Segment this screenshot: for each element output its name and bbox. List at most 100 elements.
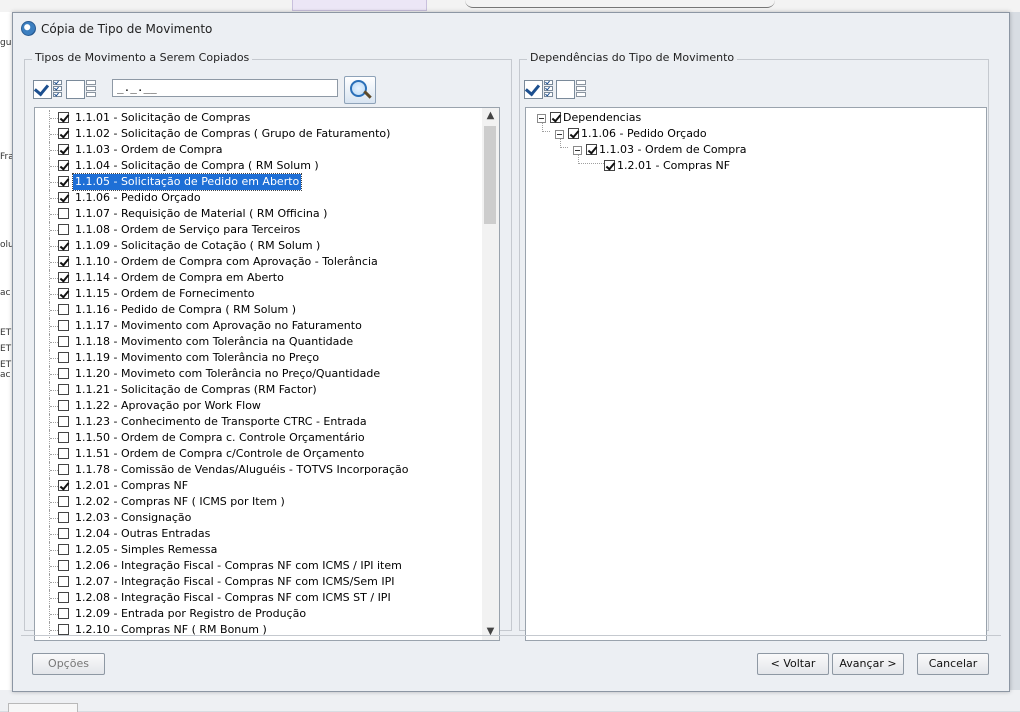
uncheck-list-icon[interactable] — [86, 80, 96, 97]
item-checkbox[interactable] — [58, 512, 69, 523]
scroll-down-icon[interactable]: ▼ — [482, 624, 499, 640]
list-item[interactable]: 1.1.09 - Solicitação de Cotação ( RM Sol… — [35, 238, 481, 254]
item-checkbox[interactable] — [58, 160, 69, 171]
list-item[interactable]: 1.1.19 - Movimento com Tolerância no Pre… — [35, 350, 481, 366]
collapse-icon[interactable] — [555, 130, 564, 139]
list-item[interactable]: 1.1.20 - Movimeto com Tolerância no Preç… — [35, 366, 481, 382]
list-item[interactable]: 1.2.05 - Simples Remessa — [35, 542, 481, 558]
filter-input[interactable]: _._.__ — [112, 79, 338, 97]
list-item[interactable]: 1.1.05 - Solicitação de Pedido em Aberto — [35, 173, 481, 191]
list-item[interactable]: 1.1.50 - Ordem de Compra c. Controle Orç… — [35, 430, 481, 446]
uncheck-all-icon[interactable] — [66, 80, 85, 99]
list-item[interactable]: 1.2.09 - Entrada por Registro de Produçã… — [35, 606, 481, 622]
item-label: 1.1.51 - Ordem de Compra c/Controle de O… — [75, 447, 365, 460]
check-all-icon[interactable] — [33, 80, 52, 99]
list-item[interactable]: 1.2.03 - Consignação — [35, 510, 481, 526]
item-checkbox[interactable] — [58, 544, 69, 555]
item-label: 1.1.19 - Movimento com Tolerância no Pre… — [75, 351, 320, 364]
list-item[interactable]: 1.1.03 - Ordem de Compra — [35, 142, 481, 158]
list-item[interactable]: 1.1.06 - Pedido Orçado — [35, 190, 481, 206]
list-item[interactable]: 1.2.02 - Compras NF ( ICMS por Item ) — [35, 494, 481, 510]
checkbox[interactable] — [568, 128, 579, 139]
list-item[interactable]: 1.1.21 - Solicitação de Compras (RM Fact… — [35, 382, 481, 398]
item-checkbox[interactable] — [58, 448, 69, 459]
dependencies-tree[interactable]: Dependencias 1.1.06 - Pedido Orçado 1.1.… — [525, 107, 987, 641]
item-checkbox[interactable] — [58, 176, 69, 187]
list-item[interactable]: 1.1.51 - Ordem de Compra c/Controle de O… — [35, 446, 481, 462]
item-checkbox[interactable] — [58, 480, 69, 491]
list-vertical-scrollbar[interactable]: ▲ ▼ — [482, 108, 499, 640]
item-checkbox[interactable] — [58, 560, 69, 571]
list-item[interactable]: 1.1.07 - Requisição de Material ( RM Off… — [35, 206, 481, 222]
item-checkbox[interactable] — [58, 368, 69, 379]
item-label: 1.2.04 - Outras Entradas — [75, 527, 211, 540]
item-checkbox[interactable] — [58, 288, 69, 299]
item-checkbox[interactable] — [58, 192, 69, 203]
item-checkbox[interactable] — [58, 256, 69, 267]
item-checkbox[interactable] — [58, 576, 69, 587]
check-list-icon[interactable] — [53, 80, 62, 97]
item-label: 1.1.05 - Solicitação de Pedido em Aberto — [71, 173, 303, 191]
collapse-icon[interactable] — [573, 146, 582, 155]
item-checkbox[interactable] — [58, 496, 69, 507]
item-checkbox[interactable] — [58, 608, 69, 619]
list-item[interactable]: 1.1.02 - Solicitação de Compras ( Grupo … — [35, 126, 481, 142]
back-button[interactable]: < Voltar — [757, 653, 829, 675]
list-item[interactable]: 1.2.08 - Integração Fiscal - Compras NF … — [35, 590, 481, 606]
list-item[interactable]: 1.1.22 - Aprovação por Work Flow — [35, 398, 481, 414]
item-checkbox[interactable] — [58, 400, 69, 411]
item-checkbox[interactable] — [58, 208, 69, 219]
item-checkbox[interactable] — [58, 352, 69, 363]
list-item[interactable]: 1.1.16 - Pedido de Compra ( RM Solum ) — [35, 302, 481, 318]
item-checkbox[interactable] — [58, 304, 69, 315]
item-checkbox[interactable] — [58, 112, 69, 123]
list-item[interactable]: 1.1.08 - Ordem de Serviço para Terceiros — [35, 222, 481, 238]
item-checkbox[interactable] — [58, 240, 69, 251]
collapse-icon[interactable] — [537, 114, 546, 123]
checkbox[interactable] — [586, 144, 597, 155]
list-item[interactable]: 1.1.10 - Ordem de Compra com Aprovação -… — [35, 254, 481, 270]
item-checkbox[interactable] — [58, 336, 69, 347]
check-all-icon[interactable] — [524, 80, 543, 99]
list-item[interactable]: 1.1.17 - Movimento com Aprovação no Fatu… — [35, 318, 481, 334]
list-item[interactable]: 1.2.01 - Compras NF — [35, 478, 481, 494]
checkbox[interactable] — [604, 160, 615, 171]
movement-types-list[interactable]: 1.1.01 - Solicitação de Compras 1.1.02 - … — [34, 107, 500, 641]
list-item[interactable]: 1.2.06 - Integração Fiscal - Compras NF … — [35, 558, 481, 574]
item-checkbox[interactable] — [58, 144, 69, 155]
item-checkbox[interactable] — [58, 432, 69, 443]
list-item[interactable]: 1.1.14 - Ordem de Compra em Aberto — [35, 270, 481, 286]
scroll-up-icon[interactable]: ▲ — [482, 108, 499, 124]
cancel-button[interactable]: Cancelar — [917, 653, 989, 675]
list-item[interactable]: 1.1.15 - Ordem de Fornecimento — [35, 286, 481, 302]
item-checkbox[interactable] — [58, 320, 69, 331]
options-button[interactable]: Opções — [32, 653, 105, 675]
uncheck-all-icon[interactable] — [556, 80, 575, 99]
next-button[interactable]: Avançar > — [832, 653, 904, 675]
item-checkbox[interactable] — [58, 384, 69, 395]
item-label: 1.1.16 - Pedido de Compra ( RM Solum ) — [75, 303, 296, 316]
background-app-tab — [292, 0, 427, 11]
item-checkbox[interactable] — [58, 416, 69, 427]
list-item[interactable]: 1.1.23 - Conhecimento de Transporte CTRC… — [35, 414, 481, 430]
list-item[interactable]: 1.2.04 - Outras Entradas — [35, 526, 481, 542]
list-item[interactable]: 1.2.07 - Integração Fiscal - Compras NF … — [35, 574, 481, 590]
item-checkbox[interactable] — [58, 528, 69, 539]
item-checkbox[interactable] — [58, 464, 69, 475]
item-checkbox[interactable] — [58, 224, 69, 235]
uncheck-list-icon[interactable] — [576, 80, 586, 97]
search-button[interactable] — [344, 76, 376, 104]
list-item[interactable]: 1.1.04 - Solicitação de Compra ( RM Solu… — [35, 158, 481, 174]
checkbox[interactable] — [550, 112, 561, 123]
item-checkbox[interactable] — [58, 272, 69, 283]
item-checkbox[interactable] — [58, 624, 69, 635]
list-item[interactable]: 1.1.18 - Movimento com Tolerância na Qua… — [35, 334, 481, 350]
item-checkbox[interactable] — [58, 128, 69, 139]
item-label: 1.1.50 - Ordem de Compra c. Controle Orç… — [75, 431, 365, 444]
item-checkbox[interactable] — [58, 592, 69, 603]
list-item[interactable]: 1.1.01 - Solicitação de Compras — [35, 110, 481, 126]
list-item[interactable]: 1.1.78 - Comissão de Vendas/Aluguéis - T… — [35, 462, 481, 478]
dialog-titlebar[interactable]: Cópia de Tipo de Movimento — [13, 13, 1009, 45]
check-list-icon[interactable] — [544, 80, 553, 97]
scrollbar-thumb[interactable] — [484, 126, 496, 224]
